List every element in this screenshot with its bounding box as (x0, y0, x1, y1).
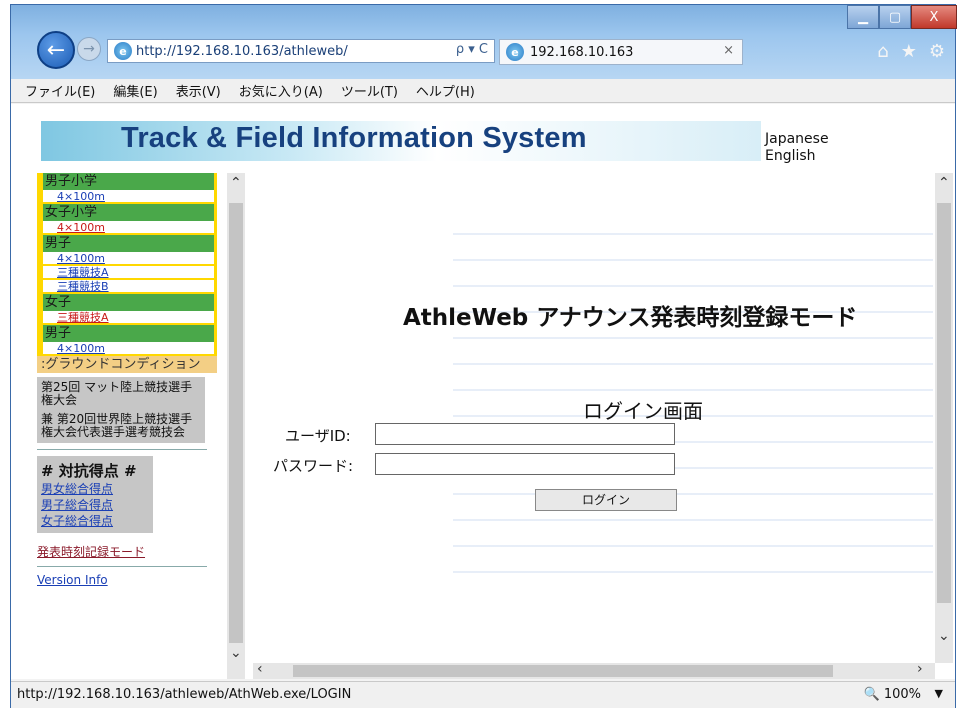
horizontal-scrollbar[interactable]: ‹ › (253, 661, 935, 679)
address-url[interactable]: http://192.168.10.163/athleweb/ (136, 44, 386, 59)
login-button[interactable]: ログイン (535, 489, 677, 511)
toolbar-icons: ⌂ ★ ⚙ (877, 41, 945, 62)
search-refresh-icon[interactable]: ρ ▾ C (456, 42, 488, 57)
meet-name-line-1: 第25回 マット陸上競技選手権大会 (41, 380, 193, 407)
menu-favorites[interactable]: お気に入り(A) (239, 81, 323, 100)
main-scrollbar[interactable]: ⌃ ⌄ (935, 173, 953, 663)
password-input[interactable] (375, 453, 675, 475)
scroll-down-icon[interactable]: ⌄ (938, 628, 950, 644)
userid-input[interactable] (375, 423, 675, 445)
window-controls: ▁ ▢ X (847, 5, 957, 29)
category-girls-elementary: 女子小学 (37, 204, 217, 221)
event-link[interactable]: 三種競技B (37, 280, 217, 294)
scroll-down-icon[interactable]: ⌄ (230, 645, 242, 661)
event-link[interactable]: 三種競技A (37, 266, 217, 280)
meet-name: 第25回 マット陸上競技選手権大会 兼 第20回世界陸上競技選手権大会代表選手選… (37, 377, 205, 443)
score-title: # 対抗得点 # (41, 462, 137, 480)
scroll-thumb[interactable] (229, 203, 243, 643)
category-men-2: 男子 (37, 325, 217, 342)
userid-label: ユーザID: (285, 427, 351, 445)
lang-japanese-link[interactable]: Japanese (765, 131, 829, 148)
divider (37, 566, 207, 567)
language-switch: Japanese English (765, 131, 829, 165)
scroll-right-icon[interactable]: › (917, 661, 923, 677)
login-heading: ログイン画面 (583, 399, 703, 423)
status-bar: http://192.168.10.163/athleweb/AthWeb.ex… (11, 681, 955, 708)
ground-condition-link[interactable]: :グラウンドコンディション (37, 356, 217, 373)
zoom-icon: 🔍 (863, 687, 880, 702)
page-heading: AthleWeb アナウンス発表時刻登録モード (403, 305, 858, 331)
ie-icon: e (506, 43, 524, 61)
browser-tab[interactable]: e 192.168.10.163 × (499, 39, 743, 65)
arrow-right-icon: → (83, 41, 95, 57)
scroll-thumb[interactable] (937, 203, 951, 603)
title-bar: ▁ ▢ X ← → e http://192.168.10.163/athlew… (11, 5, 957, 79)
password-label: パスワード: (273, 457, 354, 475)
chevron-down-icon[interactable]: ▼ (935, 687, 943, 700)
event-link[interactable]: 4×100m (37, 252, 217, 266)
back-button[interactable]: ← (37, 31, 75, 69)
meet-name-line-2: 兼 第20回世界陸上競技選手権大会代表選手選考競技会 (41, 412, 193, 439)
event-link[interactable]: 4×100m (37, 342, 217, 356)
category-men: 男子 (37, 235, 217, 252)
maximize-button[interactable]: ▢ (879, 5, 911, 29)
star-icon[interactable]: ★ (901, 41, 917, 62)
event-link[interactable]: 三種競技A (37, 311, 217, 325)
category-women: 女子 (37, 294, 217, 311)
tab-close-icon[interactable]: × (723, 43, 734, 58)
event-list: 男子小学 4×100m 女子小学 4×100m 男子 4×100m 三種競技A … (37, 173, 217, 587)
site-title: Track & Field Information System (121, 122, 587, 154)
lang-english-link[interactable]: English (765, 148, 829, 165)
arrow-left-icon: ← (46, 37, 66, 63)
event-link[interactable]: 4×100m (37, 190, 217, 204)
menu-view[interactable]: 表示(V) (176, 81, 221, 100)
tab-title: 192.168.10.163 (530, 44, 634, 60)
scroll-up-icon[interactable]: ⌃ (938, 175, 950, 191)
page-content: Track & Field Information System Japanes… (11, 104, 955, 679)
scroll-up-icon[interactable]: ⌃ (230, 175, 242, 191)
left-scrollbar[interactable]: ⌃ ⌄ (227, 173, 245, 679)
time-record-mode-link[interactable]: 発表時刻記録モード (37, 543, 217, 560)
menu-help[interactable]: ヘルプ(H) (416, 81, 475, 100)
version-info-link[interactable]: Version Info (37, 573, 217, 587)
score-link-men[interactable]: 男子総合得点 (41, 497, 149, 513)
background-watermark (453, 213, 933, 573)
scroll-left-icon[interactable]: ‹ (257, 661, 263, 677)
zoom-value: 100% (883, 687, 921, 702)
menu-bar: ファイル(E) 編集(E) 表示(V) お気に入り(A) ツール(T) ヘルプ(… (11, 79, 955, 103)
event-link[interactable]: 4×100m (37, 221, 217, 235)
score-link-total[interactable]: 男女総合得点 (41, 481, 149, 497)
status-url: http://192.168.10.163/athleweb/AthWeb.ex… (17, 687, 352, 702)
main-frame: AthleWeb アナウンス発表時刻登録モード ログイン画面 ユーザID: パス… (253, 173, 953, 679)
left-frame: 男子小学 4×100m 女子小学 4×100m 男子 4×100m 三種競技A … (37, 173, 253, 679)
divider (37, 449, 207, 450)
gear-icon[interactable]: ⚙ (929, 41, 945, 62)
menu-file[interactable]: ファイル(E) (25, 81, 95, 100)
close-button[interactable]: X (911, 5, 957, 29)
menu-edit[interactable]: 編集(E) (113, 81, 157, 100)
browser-window: ▁ ▢ X ← → e http://192.168.10.163/athlew… (10, 4, 957, 708)
menu-tools[interactable]: ツール(T) (341, 81, 398, 100)
forward-button[interactable]: → (77, 37, 101, 61)
ie-icon: e (114, 42, 132, 60)
minimize-button[interactable]: ▁ (847, 5, 879, 29)
category-boys-elementary: 男子小学 (37, 173, 217, 190)
address-bar[interactable]: e http://192.168.10.163/athleweb/ ρ ▾ C (107, 39, 495, 63)
scroll-thumb[interactable] (293, 665, 833, 677)
zoom-level[interactable]: 🔍 100% (864, 687, 922, 702)
score-link-women[interactable]: 女子総合得点 (41, 513, 149, 529)
score-box: # 対抗得点 # 男女総合得点 男子総合得点 女子総合得点 (37, 456, 153, 533)
home-icon[interactable]: ⌂ (877, 41, 888, 62)
